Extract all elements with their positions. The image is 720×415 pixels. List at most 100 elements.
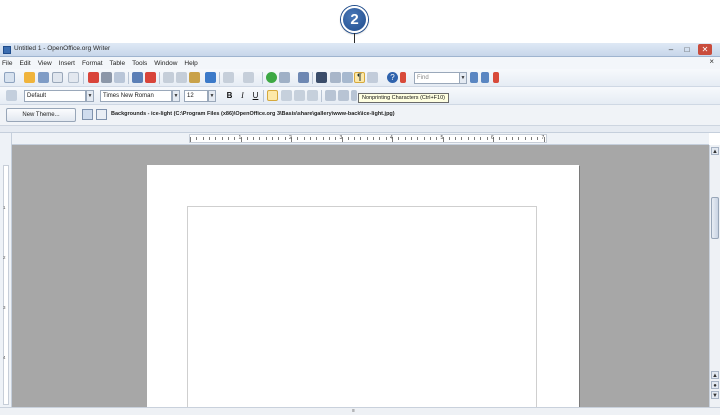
ruler-tick	[530, 137, 532, 140]
bullets-icon[interactable]	[338, 90, 349, 101]
gallery-splitter-handle[interactable]	[0, 126, 720, 133]
menu-view[interactable]: View	[38, 60, 52, 67]
paste-icon[interactable]	[189, 72, 200, 83]
ruler-tick	[486, 137, 488, 140]
scroll-up-arrow[interactable]: ▲	[711, 147, 719, 155]
ruler-tick	[208, 137, 210, 140]
email-document-icon[interactable]	[52, 72, 63, 83]
vertical-scrollbar[interactable]: ▲ ▲ ● ▼	[709, 145, 720, 407]
font-name-arrow[interactable]: ▼	[172, 90, 180, 102]
bold-button[interactable]: B	[224, 90, 235, 101]
show-draw-functions-icon[interactable]	[298, 72, 309, 83]
document-page[interactable]	[147, 165, 579, 407]
font-size-arrow[interactable]: ▼	[208, 90, 216, 102]
numbering-icon[interactable]	[325, 90, 336, 101]
export-pdf-icon[interactable]	[88, 72, 99, 83]
find-next-icon[interactable]	[470, 72, 478, 83]
horizontal-ruler[interactable]: 1 2 3 4 5 6 7	[12, 133, 709, 145]
vertical-ruler-number: 4	[3, 355, 6, 360]
next-page-button[interactable]: ▼	[711, 391, 719, 399]
find-input[interactable]: Find	[414, 72, 460, 84]
paragraph-style-select[interactable]: Default	[24, 90, 86, 102]
vertical-ruler-number: 1	[3, 205, 6, 210]
navigator-icon[interactable]	[330, 72, 341, 83]
minimize-button[interactable]: –	[664, 44, 678, 55]
redo-icon[interactable]	[243, 72, 254, 83]
ruler-tick	[265, 137, 267, 140]
autospellcheck-icon[interactable]	[145, 72, 156, 83]
previous-page-button[interactable]: ▲	[711, 371, 719, 379]
menu-format[interactable]: Format	[82, 60, 103, 67]
find-replace-icon[interactable]	[316, 72, 327, 83]
ruler-tick	[474, 137, 476, 140]
underline-button[interactable]: U	[250, 90, 261, 101]
detailed-view-icon[interactable]	[96, 109, 107, 120]
horizontal-scrollbar[interactable]: ≡	[0, 407, 720, 415]
edit-file-icon[interactable]	[68, 72, 79, 83]
navigation-button[interactable]: ●	[711, 381, 719, 389]
ruler-tick	[518, 137, 520, 140]
print-icon[interactable]	[101, 72, 112, 83]
ruler-number: 1	[238, 135, 242, 141]
icon-view-icon[interactable]	[82, 109, 93, 120]
menu-help[interactable]: Help	[184, 60, 197, 67]
find-options-icon[interactable]	[493, 72, 499, 83]
find-previous-icon[interactable]	[481, 72, 489, 83]
writer-app-icon	[3, 46, 11, 54]
ruler-tick	[196, 137, 198, 140]
font-name-select[interactable]: Times New Roman	[100, 90, 172, 102]
copy-icon[interactable]	[176, 72, 187, 83]
cut-icon[interactable]	[163, 72, 174, 83]
hyperlink-icon[interactable]	[266, 72, 277, 83]
ruler-tick	[278, 137, 280, 140]
ruler-tick	[360, 137, 362, 140]
ruler-tick	[284, 137, 286, 140]
vertical-ruler-text-area	[3, 165, 9, 405]
paragraph-style-arrow[interactable]: ▼	[86, 90, 94, 102]
menu-window[interactable]: Window	[154, 60, 177, 67]
menu-tools[interactable]: Tools	[132, 60, 147, 67]
close-find-bar-icon[interactable]	[400, 72, 406, 83]
page-preview-icon[interactable]	[114, 72, 125, 83]
menu-file[interactable]: File	[2, 60, 12, 67]
gallery-icon[interactable]	[342, 72, 353, 83]
close-window-button[interactable]: ✕	[698, 44, 712, 55]
align-right-icon[interactable]	[294, 90, 305, 101]
nonprinting-characters-icon[interactable]: ¶	[354, 72, 365, 83]
new-document-icon[interactable]	[4, 72, 15, 83]
find-dropdown-arrow[interactable]: ▼	[459, 72, 467, 84]
close-document-icon[interactable]: ×	[709, 57, 714, 66]
decrease-indent-icon[interactable]	[351, 90, 357, 101]
help-icon[interactable]: ?	[387, 72, 398, 83]
save-icon[interactable]	[38, 72, 49, 83]
ruler-tick	[524, 137, 526, 140]
menu-edit[interactable]: Edit	[19, 60, 30, 67]
ruler-tick	[480, 137, 482, 140]
vertical-ruler: 1 2 3 4	[0, 145, 12, 407]
align-left-icon[interactable]	[267, 90, 278, 101]
font-size-select[interactable]: 12	[184, 90, 208, 102]
zoom-icon[interactable]	[367, 72, 378, 83]
justify-icon[interactable]	[307, 90, 318, 101]
italic-button[interactable]: I	[237, 90, 248, 101]
document-canvas[interactable]	[12, 145, 709, 407]
toolbar-separator	[262, 72, 263, 84]
spellcheck-icon[interactable]	[132, 72, 143, 83]
toolbar-separator	[128, 72, 129, 84]
table-icon[interactable]	[279, 72, 290, 83]
styles-formatting-icon[interactable]	[6, 90, 17, 101]
menu-table[interactable]: Table	[110, 60, 126, 67]
open-folder-icon[interactable]	[24, 72, 35, 83]
ruler-tick	[190, 137, 191, 142]
clone-formatting-icon[interactable]	[205, 72, 216, 83]
text-boundaries[interactable]	[187, 206, 537, 407]
align-center-icon[interactable]	[281, 90, 292, 101]
horizontal-scroll-thumb[interactable]: ≡	[352, 409, 360, 414]
menu-insert[interactable]: Insert	[59, 60, 75, 67]
ruler-tick	[410, 137, 412, 140]
ruler-corner-tab-selector[interactable]	[0, 133, 12, 145]
undo-icon[interactable]	[223, 72, 234, 83]
maximize-button[interactable]: □	[680, 44, 694, 55]
vertical-scroll-thumb[interactable]	[711, 197, 719, 239]
new-theme-button[interactable]: New Theme...	[6, 108, 76, 122]
